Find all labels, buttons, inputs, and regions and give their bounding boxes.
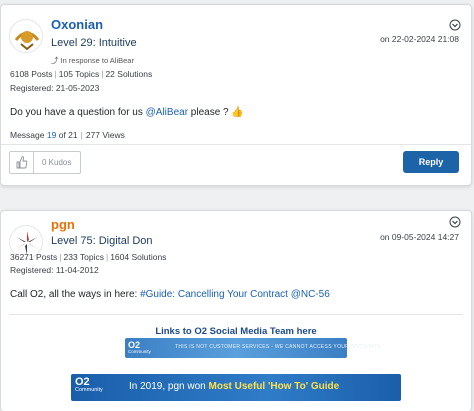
topics-count: 105 Topics (58, 69, 100, 79)
registered-date: Registered: 11-04-2012 (10, 265, 99, 275)
post-body: Call O2, all the ways in here: #Guide: C… (10, 289, 330, 300)
message-meta: Message 19 of 21 | 277 Views (10, 130, 125, 140)
mention-link[interactable]: @AliBear (146, 107, 188, 118)
post-card: Oxonian Level 29: Intuitive ⤴ In respons… (0, 4, 472, 186)
banner2-text-prefix: In 2019, pgn won (129, 381, 209, 392)
posts-count: 6108 Posts (10, 69, 53, 79)
reply-button[interactable]: Reply (403, 151, 459, 173)
solutions-count: 1604 Solutions (110, 252, 167, 262)
registered-date: Registered: 21-05-2023 (10, 83, 100, 93)
post-date: on 09-05-2024 14:27 (380, 232, 459, 242)
reply-arrow-icon: ⤴ (51, 56, 61, 65)
solutions-count: 22 Solutions (105, 69, 153, 79)
username[interactable]: pgn (51, 217, 75, 232)
user-stats: 36271 Posts | 233 Topics | 1604 Solutions (10, 252, 167, 262)
post-body-text: Call O2, all the ways in here: (10, 289, 141, 300)
banner2-logo-sub: Community (75, 387, 103, 393)
in-response-to[interactable]: ⤴ In response to AliBear (51, 55, 134, 66)
signature-divider (9, 314, 463, 315)
user-rank: Level 75: Digital Don (51, 235, 153, 247)
banner2-text: In 2019, pgn won Most Useful 'How To' Gu… (129, 381, 339, 392)
banner1-logo-sub: Community (128, 349, 151, 354)
award-banner[interactable]: O2 Community In 2019, pgn won Most Useful… (71, 374, 401, 401)
user-stats: 6108 Posts | 105 Topics | 22 Solutions (10, 69, 153, 79)
post-body-text: Do you have a question for us (10, 107, 146, 118)
posts-count: 36271 Posts (10, 252, 58, 262)
o2-logo-icon: O2 Community (128, 340, 151, 354)
in-response-to-label: In response to AliBear (60, 56, 134, 65)
divider (1, 144, 471, 145)
menu-chevron-icon[interactable] (449, 19, 461, 31)
banner1-text: THIS IS NOT CUSTOMER SERVICES - WE CANNO… (175, 344, 381, 350)
view-count: 277 Views (85, 130, 125, 140)
thumbs-up-icon (16, 156, 28, 169)
o2-community-banner[interactable]: O2 Community THIS IS NOT CUSTOMER SERVICE… (125, 338, 381, 358)
banner2-highlight: Most Useful 'How To' Guide (208, 381, 340, 392)
message-number[interactable]: 19 (47, 130, 56, 140)
signature-title[interactable]: Links to O2 Social Media Team here (1, 326, 471, 337)
kudo-widget: 0 Kudos (9, 151, 81, 174)
post-date: on 22-02-2024 21:08 (380, 34, 459, 44)
user-rank: Level 29: Intuitive (51, 37, 137, 49)
topics-count: 233 Topics (63, 252, 104, 262)
kudo-button[interactable] (10, 152, 34, 173)
post-body-suffix: please ? 👍 (188, 107, 244, 118)
menu-chevron-icon[interactable] (449, 216, 461, 228)
username[interactable]: Oxonian (51, 17, 103, 32)
guide-link[interactable]: #Guide: Cancelling Your Contract @NC-56 (140, 289, 330, 300)
message-total: of 21 (56, 130, 78, 140)
post-card: pgn Level 75: Digital Don on 09-05-2024 … (0, 210, 472, 411)
o2-logo-icon: O2 Community (75, 376, 103, 393)
kudos-count: 0 Kudos (42, 158, 72, 167)
avatar[interactable] (9, 19, 43, 53)
message-label: Message (10, 130, 47, 140)
post-body: Do you have a question for us @AliBear p… (10, 107, 244, 118)
